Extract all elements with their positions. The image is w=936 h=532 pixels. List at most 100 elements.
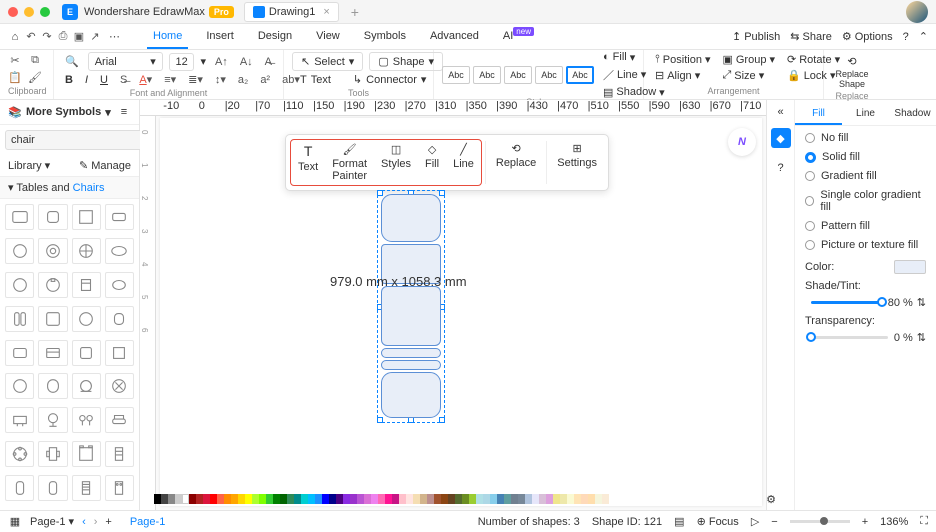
superscript-icon[interactable]: a² [257, 72, 273, 88]
shape-thumb[interactable] [105, 441, 134, 467]
shape-thumb[interactable] [72, 306, 101, 332]
page-dropdown[interactable]: Page-1 ▾ [30, 515, 74, 528]
shape-thumb[interactable] [38, 441, 67, 467]
shape-thumb[interactable] [72, 407, 101, 433]
redo-icon[interactable]: ↷ [40, 30, 54, 44]
zoom-value[interactable]: 136% [880, 516, 908, 528]
shape-thumb[interactable] [38, 238, 67, 264]
fill-pattern-radio[interactable]: Pattern fill [805, 220, 926, 232]
shape-thumb[interactable] [105, 238, 134, 264]
symbol-search-input[interactable] [5, 130, 159, 150]
color-swatch[interactable] [894, 260, 926, 274]
shape-thumb[interactable] [105, 407, 134, 433]
canvas-settings-icon[interactable]: ⚙ [766, 493, 776, 506]
select-tool[interactable]: ↖ Select ▾ [292, 52, 363, 71]
shape-thumb[interactable] [38, 204, 67, 230]
close-window[interactable] [8, 7, 18, 17]
font-family-select[interactable]: Arial▾ [88, 52, 163, 71]
underline-icon[interactable]: U [97, 72, 111, 88]
style-preset-selected[interactable]: Abc [566, 66, 594, 84]
shade-stepper[interactable]: ⇅ [917, 296, 926, 309]
tab-design[interactable]: Design [252, 25, 298, 49]
tab-advanced[interactable]: Advanced [424, 25, 485, 49]
line-spacing-icon[interactable]: ↕▾ [212, 71, 229, 88]
ctx-settings[interactable]: ⊞Settings [550, 139, 604, 186]
shape-thumb[interactable] [105, 204, 134, 230]
shape-thumb[interactable] [72, 441, 101, 467]
undo-icon[interactable]: ↶ [24, 30, 38, 44]
tab-insert[interactable]: Insert [200, 25, 240, 49]
more-symbols-button[interactable]: 📚 More Symbols▾ ≡ [0, 100, 139, 125]
help-icon[interactable]: ? [903, 31, 909, 43]
shape-thumb[interactable] [72, 373, 101, 399]
present-icon[interactable]: ▷ [751, 515, 759, 528]
shape-thumb[interactable] [105, 340, 134, 366]
connector-tool[interactable]: ↳ Connector ▾ [345, 71, 435, 88]
ctx-styles[interactable]: ◫Styles [374, 140, 418, 185]
share-button[interactable]: ⇆ Share [790, 30, 832, 43]
ai-assistant-button[interactable]: N [728, 128, 756, 156]
page-tab[interactable]: Page-1 [130, 516, 165, 528]
shape-tool[interactable]: ▢ Shape ▾ [369, 52, 443, 71]
shape-thumb[interactable] [105, 272, 134, 298]
shape-thumb[interactable] [72, 340, 101, 366]
shape-thumb[interactable] [5, 238, 34, 264]
clear-format-icon[interactable]: A̶ [262, 54, 275, 70]
fill-picture-radio[interactable]: Picture or texture fill [805, 239, 926, 251]
tab-shadow[interactable]: Shadow [889, 104, 936, 125]
outline-icon[interactable]: ▦ [8, 515, 22, 529]
style-preset[interactable]: Abc [504, 66, 532, 84]
help-panel-icon[interactable]: ? [771, 158, 791, 178]
tab-line[interactable]: Line [842, 104, 889, 125]
group-dropdown[interactable]: ▣ Group▾ [719, 52, 778, 67]
fill-solid-radio[interactable]: Solid fill [805, 151, 926, 163]
shape-thumb[interactable] [38, 407, 67, 433]
save-icon[interactable]: ▣ [72, 30, 86, 44]
copy-icon[interactable]: ⧉ [28, 54, 42, 68]
shape-thumb[interactable] [5, 204, 34, 230]
minimize-window[interactable] [24, 7, 34, 17]
shape-thumb[interactable] [105, 373, 134, 399]
text-tool[interactable]: T Text [292, 72, 339, 88]
shape-thumb[interactable] [5, 441, 34, 467]
ctx-text-button[interactable]: TText [291, 140, 325, 185]
style-preset[interactable]: Abc [442, 66, 470, 84]
manage-button[interactable]: ✎ Manage [79, 159, 131, 172]
transparency-slider[interactable] [811, 336, 888, 339]
close-tab-icon[interactable]: × [323, 6, 329, 18]
selected-shape[interactable] [381, 194, 441, 419]
font-size-select[interactable]: 12 [169, 53, 195, 71]
more-quick[interactable]: ⋯ [104, 28, 125, 45]
shape-thumb[interactable] [38, 272, 67, 298]
shape-thumb[interactable] [38, 306, 67, 332]
strike-icon[interactable]: S̶ [117, 72, 130, 88]
style-preset[interactable]: Abc [473, 66, 501, 84]
bold-icon[interactable]: B [62, 72, 76, 88]
ctx-fill[interactable]: ◇Fill [418, 140, 446, 185]
shape-thumb[interactable] [38, 373, 67, 399]
maximize-window[interactable] [40, 7, 50, 17]
shape-thumb[interactable] [5, 306, 34, 332]
shape-thumb[interactable] [38, 340, 67, 366]
next-page-icon[interactable]: › [94, 516, 98, 528]
subscript-icon[interactable]: a₂ [235, 72, 251, 88]
shape-thumb[interactable] [72, 475, 101, 501]
fill-single-gradient-radio[interactable]: Single color gradient fill [805, 189, 926, 213]
increase-font-icon[interactable]: A↑ [212, 54, 231, 70]
collapse-panel-icon[interactable]: « [777, 106, 783, 118]
shape-thumb[interactable] [5, 340, 34, 366]
align-dropdown[interactable]: ⊟ Align▾ [652, 68, 713, 83]
new-tab-button[interactable]: + [345, 4, 365, 20]
shape-thumb[interactable] [5, 407, 34, 433]
ctx-line[interactable]: ╱Line [446, 140, 481, 185]
export-icon[interactable]: ↗ [88, 30, 102, 44]
fill-gradient-radio[interactable]: Gradient fill [805, 170, 926, 182]
library-dropdown[interactable]: Library ▾ [8, 159, 50, 172]
zoom-in-icon[interactable]: + [862, 516, 868, 528]
italic-icon[interactable]: I [82, 72, 91, 88]
fit-page-icon[interactable]: ⛶ [920, 515, 928, 528]
tab-ai[interactable]: AInew [497, 25, 540, 49]
shape-thumb[interactable] [105, 306, 134, 332]
prev-page-icon[interactable]: ‹ [82, 516, 86, 528]
shape-thumb[interactable] [105, 475, 134, 501]
